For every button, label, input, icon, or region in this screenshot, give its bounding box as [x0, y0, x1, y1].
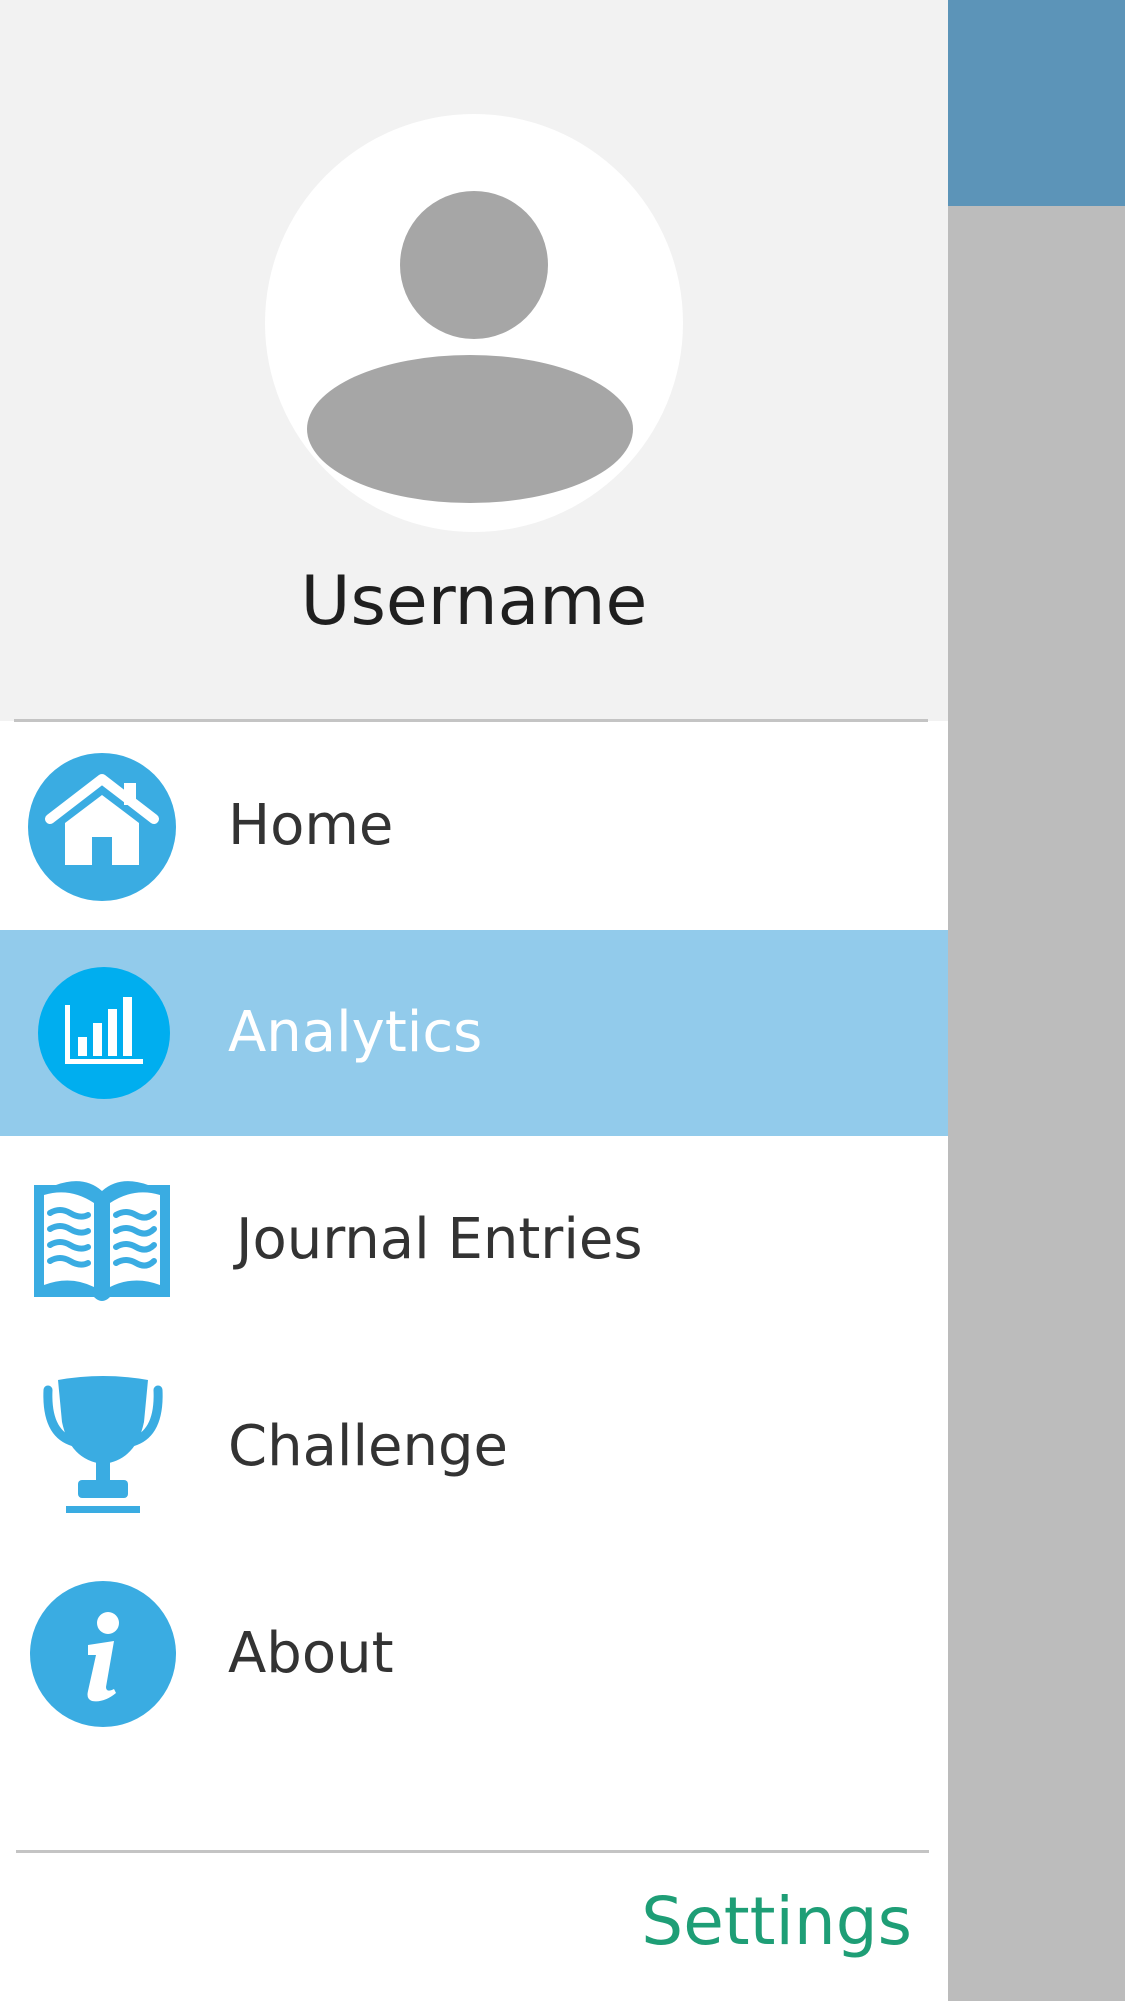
username: Username — [300, 562, 648, 641]
home-icon — [0, 723, 206, 929]
footer-divider — [16, 1850, 929, 1853]
nav-label-journal-entries: Journal Entries — [236, 1207, 643, 1272]
nav-item-journal-entries[interactable]: Journal Entries — [0, 1137, 948, 1343]
nav-item-home[interactable]: Home — [0, 723, 948, 929]
nav-label-challenge: Challenge — [228, 1414, 508, 1479]
open-book-icon — [0, 1137, 206, 1343]
profile-divider — [14, 719, 928, 722]
user-avatar-icon[interactable] — [265, 114, 683, 532]
trophy-icon — [0, 1344, 206, 1550]
nav-label-analytics: Analytics — [228, 1000, 483, 1065]
analytics-icon — [0, 930, 206, 1136]
nav-label-about: About — [228, 1621, 394, 1686]
profile-header: Username — [0, 0, 948, 721]
nav-item-analytics[interactable]: Analytics — [0, 930, 948, 1136]
nav-item-about[interactable]: About — [0, 1551, 948, 1757]
nav-label-home: Home — [228, 793, 394, 858]
settings-link[interactable]: Settings — [641, 1882, 912, 1962]
nav-item-challenge[interactable]: Challenge — [0, 1344, 948, 1550]
app-header-background — [948, 0, 1125, 206]
navigation-drawer: Username Home Analytics Journal Entries … — [0, 0, 948, 2001]
info-icon — [0, 1551, 206, 1757]
